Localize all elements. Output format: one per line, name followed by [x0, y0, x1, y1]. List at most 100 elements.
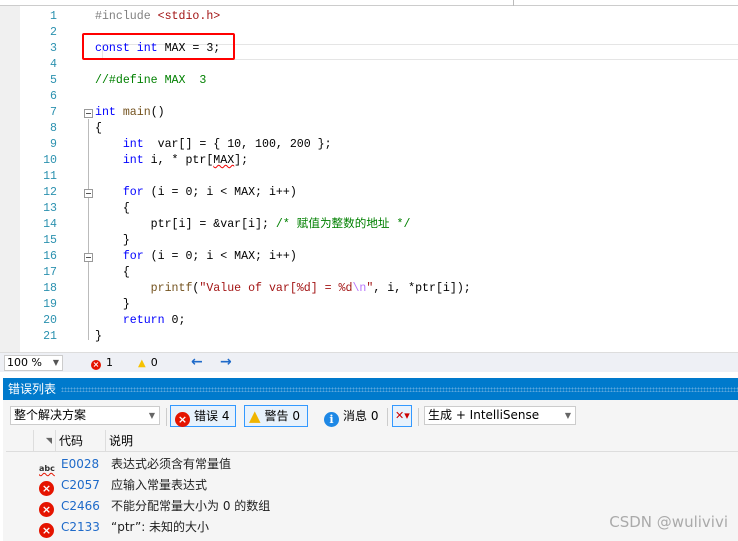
code-token: { — [95, 122, 102, 135]
highlight-box — [82, 33, 235, 60]
code-token: int — [122, 138, 144, 151]
errors-label: 错误 4 — [194, 409, 230, 423]
code-line[interactable]: 11 — [20, 169, 738, 185]
code-token: MAX — [213, 154, 235, 167]
line-number: 7 — [50, 106, 57, 119]
code-text: } — [95, 297, 130, 313]
warning-icon: ▲ — [138, 358, 146, 369]
code-text: int i, * ptr[MAX]; — [95, 153, 248, 169]
warnings-filter-button[interactable]: ▲ 警告 0 — [244, 405, 308, 427]
chevron-down-icon: ▼ — [564, 411, 571, 420]
code-token: var[] = { 10, 100, 200 }; — [143, 138, 332, 151]
line-number: 13 — [43, 202, 57, 215]
code-line[interactable]: 14 ptr[i] = &var[i]; /* 赋值为整数的地址 */ — [20, 217, 738, 233]
line-number: 3 — [50, 42, 57, 55]
code-token: () — [150, 106, 165, 119]
code-line[interactable]: 13 { — [20, 201, 738, 217]
panel-title: 错误列表 — [8, 382, 57, 396]
code-token: ptr[i] = &var[i]; — [95, 218, 276, 231]
filter-clear-icon[interactable]: ✕▾ — [392, 405, 412, 427]
column-header-description[interactable]: 说明 — [105, 430, 405, 452]
error-code[interactable]: E0028 — [61, 454, 99, 475]
code-token: main — [122, 106, 151, 119]
divider — [418, 408, 419, 426]
code-line[interactable]: 12 for (i = 0; i < MAX; i++) — [20, 185, 738, 201]
warning-icon: ▲ — [249, 407, 261, 425]
line-number: 11 — [43, 170, 57, 183]
line-number: 6 — [50, 90, 57, 103]
code-token: int — [95, 106, 116, 119]
code-token: 0; — [164, 314, 186, 327]
code-text: for (i = 0; i < MAX; i++) — [95, 249, 297, 265]
code-text: } — [95, 329, 102, 345]
error-code[interactable]: C2466 — [61, 496, 100, 517]
messages-filter-button[interactable]: i 消息 0 — [319, 405, 383, 427]
errors-filter-button[interactable]: × 错误 4 — [170, 405, 236, 427]
code-text: ptr[i] = &var[i]; /* 赋值为整数的地址 */ — [95, 217, 411, 233]
code-line[interactable]: 1 #include <stdio.h> — [20, 9, 738, 25]
fold-toggle-icon[interactable] — [84, 189, 93, 198]
zoom-value: 100 % — [7, 356, 42, 369]
line-number: 21 — [43, 330, 57, 343]
code-token: ]; — [234, 154, 249, 167]
column-header-code[interactable]: 代码 — [55, 430, 105, 452]
panel-title-bar: 错误列表 — [3, 378, 738, 400]
line-number: 2 — [50, 26, 57, 39]
line-number: 4 — [50, 58, 57, 71]
code-line[interactable]: 6 — [20, 89, 738, 105]
line-number: 8 — [50, 122, 57, 135]
drag-grip[interactable] — [61, 387, 738, 392]
chevron-down-icon: ▼ — [148, 411, 155, 420]
code-token: } — [95, 330, 102, 343]
line-number: 15 — [43, 234, 57, 247]
code-line[interactable]: 17 { — [20, 265, 738, 281]
scope-dropdown[interactable]: 整个解决方案 ▼ — [10, 406, 160, 425]
warning-count[interactable]: ▲ 0 — [138, 356, 158, 371]
line-number: 16 — [43, 250, 57, 263]
code-line[interactable]: 8{ — [20, 121, 738, 137]
code-token: printf — [150, 282, 193, 295]
code-line[interactable]: 10 int i, * ptr[MAX]; — [20, 153, 738, 169]
code-token: <stdio.h> — [157, 10, 221, 23]
code-line[interactable]: 7 int main() — [20, 105, 738, 121]
scope-value: 整个解决方案 — [14, 408, 87, 422]
code-token: /* 赋值为整数的地址 */ — [275, 218, 411, 231]
table-header: ◥ 代码 说明 — [6, 430, 738, 452]
error-count[interactable]: × 1 — [91, 356, 113, 370]
code-text: int main() — [95, 105, 165, 121]
line-number: 14 — [43, 218, 57, 231]
code-line[interactable]: 9 int var[] = { 10, 100, 200 }; — [20, 137, 738, 153]
sort-icon[interactable]: ◥ — [33, 430, 55, 452]
line-number: 19 — [43, 298, 57, 311]
code-text: } — [95, 233, 130, 249]
fold-toggle-icon[interactable] — [84, 253, 93, 262]
code-line[interactable]: 20 return 0; — [20, 313, 738, 329]
code-line[interactable]: 21} — [20, 329, 738, 345]
code-line[interactable]: 19 } — [20, 297, 738, 313]
code-text: int var[] = { 10, 100, 200 }; — [95, 137, 332, 153]
line-number: 17 — [43, 266, 57, 279]
error-code[interactable]: C2133 — [61, 517, 100, 538]
code-line[interactable]: 15 } — [20, 233, 738, 249]
line-number: 18 — [43, 282, 57, 295]
code-line[interactable]: 18 printf("Value of var[%d] = %d\n", i, … — [20, 281, 738, 297]
zoom-dropdown[interactable]: 100 % ▼ — [4, 355, 63, 371]
error-row[interactable]: abc E0028 表达式必须含有常量值 — [6, 454, 738, 475]
warnings-label: 警告 0 — [264, 409, 300, 423]
error-row[interactable]: × C2057 应输入常量表达式 — [6, 475, 738, 496]
arrow-left-icon[interactable]: ← — [191, 354, 203, 370]
source-value: 生成 + IntelliSense — [428, 408, 540, 422]
error-code[interactable]: C2057 — [61, 475, 100, 496]
code-line[interactable]: 5 //#define MAX 3 — [20, 73, 738, 89]
code-token: return — [122, 314, 165, 327]
fold-toggle-icon[interactable] — [84, 109, 93, 118]
arrow-right-icon[interactable]: → — [220, 354, 232, 370]
info-icon: i — [324, 412, 339, 427]
code-line[interactable]: 16 for (i = 0; i < MAX; i++) — [20, 249, 738, 265]
error-description: 表达式必须含有常量值 — [111, 457, 232, 471]
source-dropdown[interactable]: 生成 + IntelliSense ▼ — [424, 406, 576, 425]
